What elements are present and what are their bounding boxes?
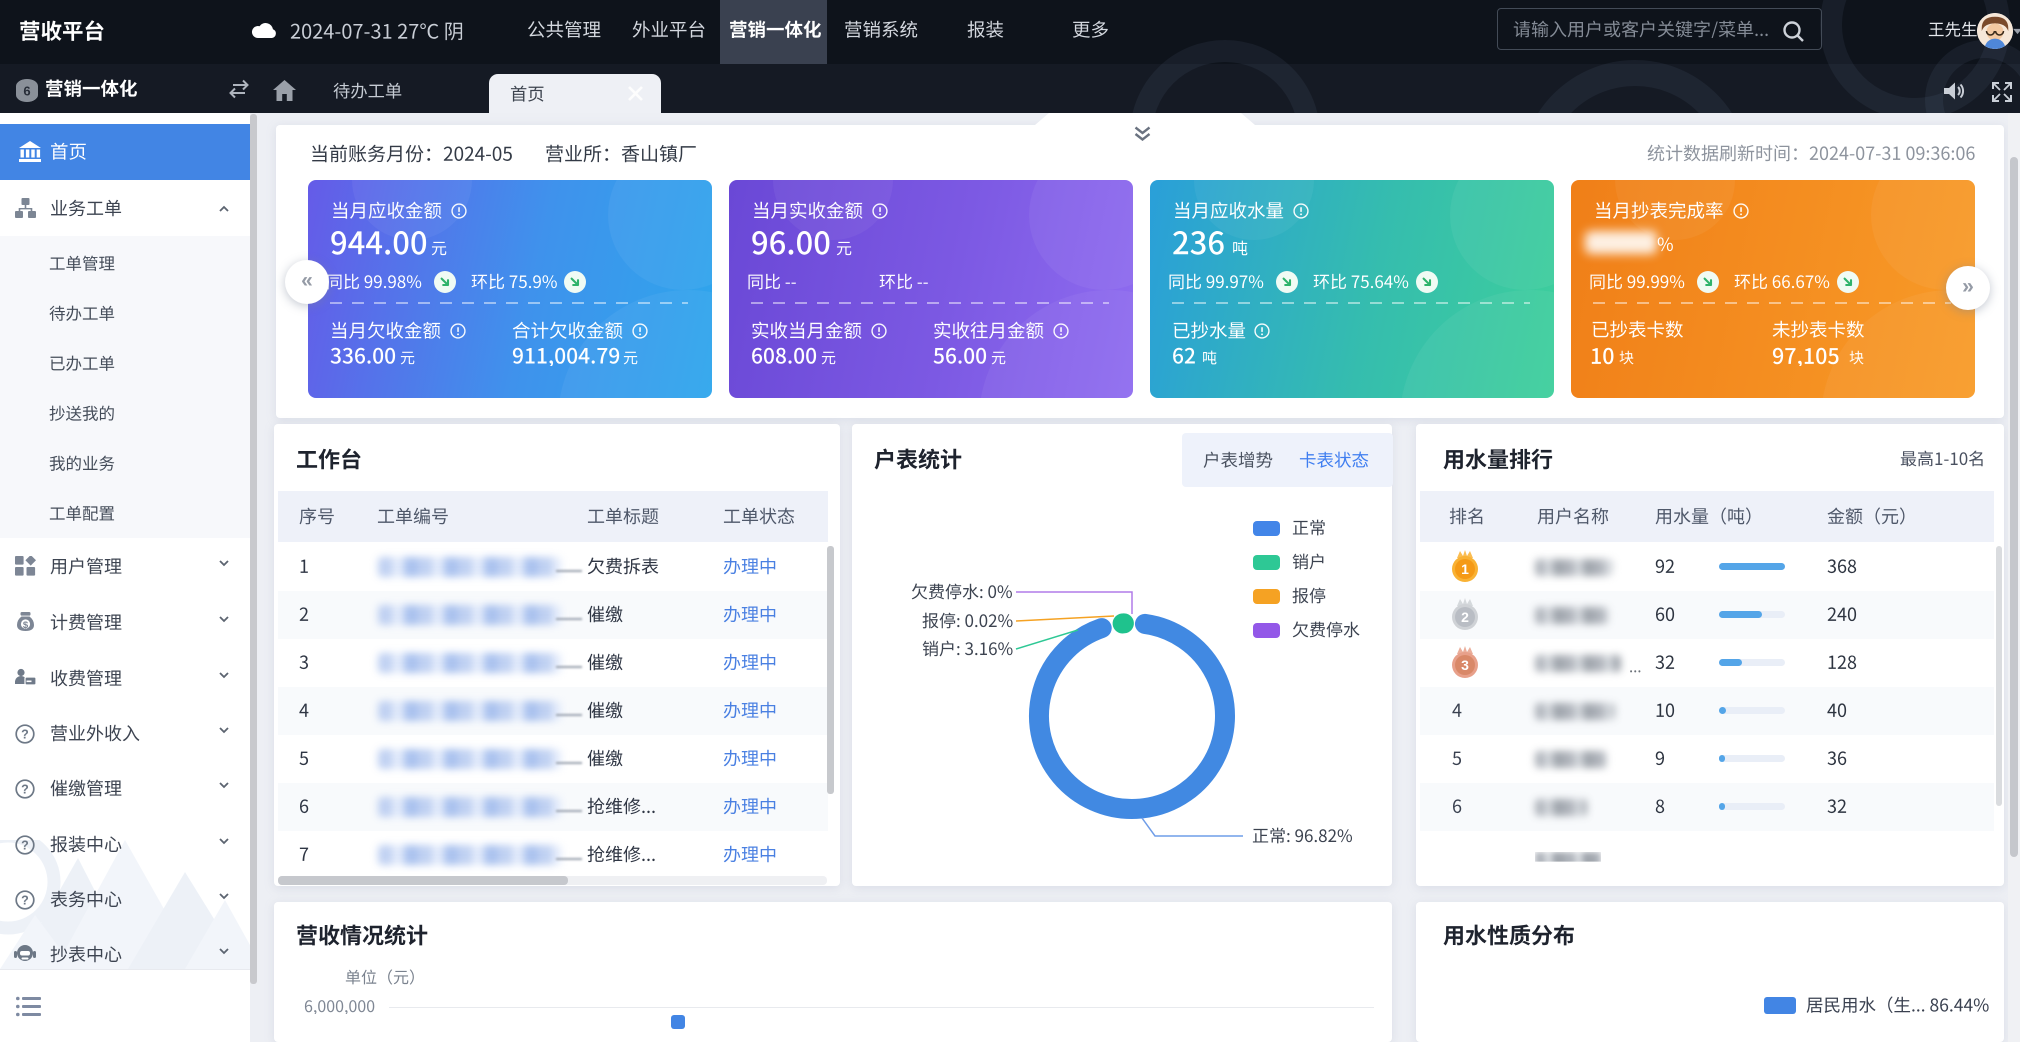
svg-text:6: 6: [23, 84, 30, 99]
svg-text:?: ?: [21, 782, 29, 796]
svg-text:?: ?: [21, 893, 29, 907]
svg-text:1: 1: [1461, 561, 1469, 577]
svg-text:3: 3: [1461, 657, 1469, 673]
svg-text:?: ?: [21, 727, 29, 741]
svg-text:2: 2: [1461, 609, 1469, 625]
svg-text:?: ?: [21, 838, 29, 852]
svg-text:$: $: [23, 620, 29, 631]
